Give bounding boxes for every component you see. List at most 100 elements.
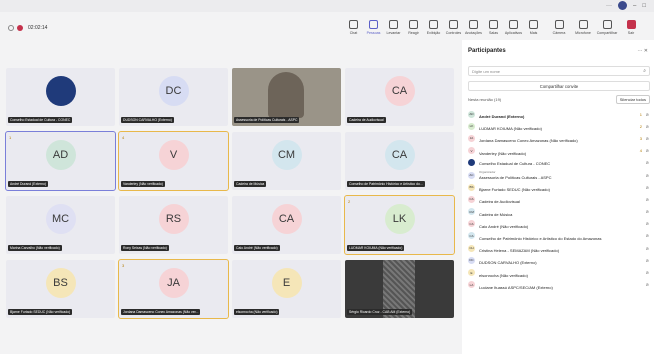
microphone-muted-icon: ⊘	[645, 111, 649, 117]
more-options-icon[interactable]: ···	[606, 3, 612, 9]
tool-levantar[interactable]: Levantar	[384, 18, 403, 35]
user-avatar[interactable]	[618, 1, 628, 10]
section-header[interactable]: Nesta reunião (19)	[468, 97, 501, 102]
video-tile[interactable]: V 4 Vanderley (Não verificado)	[118, 131, 229, 191]
video-tile[interactable]: CM Cadeira de Música	[232, 132, 341, 190]
people-icon	[369, 20, 378, 29]
microphone-muted-icon: ⊘	[645, 148, 649, 154]
pause-icon[interactable]	[8, 25, 14, 31]
mute-all-button[interactable]: Silenciar todos	[615, 95, 650, 104]
participant-name: Bjarne Furtado SEDUC (Não verificado)	[8, 309, 73, 315]
participant-name: Cadeira de Música	[234, 181, 267, 187]
microphone-muted-icon: ⊘	[645, 172, 649, 178]
avatar: JA	[158, 268, 189, 298]
video-tile[interactable]: DC DUDSON CARVALHO (Externo)	[119, 68, 228, 126]
meeting-timer: 02:02:14	[28, 25, 48, 31]
tool-salas[interactable]: Salas	[484, 18, 503, 35]
share-invite-label: Compartilhar convite	[539, 83, 579, 89]
microphone-muted-icon: ⊘	[645, 184, 649, 190]
rooms-icon	[489, 20, 498, 29]
video-tile[interactable]: CA Cadeira de Audiovisual	[345, 68, 454, 126]
video-tile[interactable]: BS Bjarne Furtado SEDUC (Não verificado)	[6, 260, 115, 318]
recording-indicator: 02:02:14	[8, 25, 47, 31]
tool-exibição[interactable]: Exibição	[424, 18, 443, 35]
participants-panel: Participantes ··· ✕ Digite um nome ⌕ Com…	[462, 40, 654, 354]
avatar: CA	[271, 204, 302, 234]
video-tile[interactable]: Sérgio Ricardo Cruz - CAB AM (Externo)	[345, 260, 454, 318]
avatar: CA	[468, 232, 475, 240]
tool-label: Salas	[489, 31, 498, 35]
tool-câmera[interactable]: Câmera	[548, 18, 570, 35]
raised-hand-icon: 4	[639, 148, 642, 154]
tool-label: Chat	[349, 31, 358, 35]
close-icon[interactable]: ✕	[644, 48, 648, 54]
title-bar: ··· – □	[0, 0, 654, 12]
avatar: CA	[384, 140, 415, 170]
microphone-muted-icon: ⊘	[645, 221, 649, 227]
record-icon	[17, 25, 23, 31]
share-invite-button[interactable]: Compartilhar convite	[468, 81, 650, 91]
tool-label: Pessoas	[366, 31, 381, 35]
tool-microfone[interactable]: Microfone	[572, 18, 594, 35]
avatar: RS	[158, 204, 189, 234]
participant-video	[268, 72, 304, 118]
microphone-muted-icon: ⊘	[645, 123, 649, 129]
microphone-muted-icon: ⊘	[645, 233, 649, 239]
participant-name: Luciane Ituassú ASPC/SEC/AM (Externo)	[479, 284, 553, 290]
participant-name: Marina Carvalho (Não verificado)	[8, 245, 62, 251]
tool-sair[interactable]: Sair	[620, 18, 642, 35]
search-placeholder: Digite um nome	[472, 68, 501, 74]
video-tile[interactable]: CA Caio André (Não verificado)	[232, 196, 341, 254]
view-icon	[429, 20, 438, 29]
list-item[interactable]: LA Luciane Ituassú ASPC/SEC/AM (Externo) ⊘	[466, 279, 652, 291]
video-tile[interactable]: LK 2 LUDMAR KOIUMA (Não verificado)	[344, 195, 455, 255]
tool-label: Compartilhar	[596, 31, 618, 35]
more-icon	[529, 20, 538, 29]
tool-controles[interactable]: Controles	[444, 18, 463, 35]
video-tile[interactable]: MC Marina Carvalho (Não verificado)	[6, 196, 115, 254]
raised-hand-icon: 1	[639, 111, 642, 117]
participant-name: Conselho de Patrimônio Histórico e Artís…	[347, 181, 425, 187]
tool-aplicativos[interactable]: Aplicativos	[504, 18, 523, 35]
video-tile[interactable]: RS Rony Seixas (Não verificado)	[119, 196, 228, 254]
tool-label: Anotações	[465, 31, 482, 35]
react-icon	[409, 20, 418, 29]
raised-hand-icon: 4	[122, 135, 125, 140]
raised-hand-icon: 2	[639, 123, 642, 129]
avatar: CA	[468, 220, 475, 228]
avatar: DC	[468, 256, 475, 264]
meeting-toolbar: 02:02:14 Chat Pessoas Levantar Reagir Exibiç…	[0, 18, 654, 40]
tool-pessoas[interactable]: Pessoas	[364, 18, 383, 35]
avatar: V	[468, 147, 475, 155]
search-icon: ⌕	[643, 68, 646, 74]
participant-name: Vanderley (Não verificado)	[121, 181, 165, 187]
minimize-icon[interactable]: –	[633, 3, 636, 9]
tool-compartilhar[interactable]: Compartilhar	[596, 18, 618, 35]
video-tile[interactable]: Assessoria de Políticas Culturais - ASPC	[232, 68, 341, 126]
tool-label: Reagir	[408, 31, 419, 35]
participant-name: André Durand (Externo)	[8, 181, 48, 187]
panel-header-icons: ··· ✕	[637, 48, 648, 54]
more-icon[interactable]: ···	[637, 48, 642, 54]
microphone-muted-icon: ⊘	[645, 196, 649, 202]
video-tile[interactable]: Conselho Estadual de Cultura - CONEC	[6, 68, 115, 126]
video-tile[interactable]: JA 3 Jordana Damasceno Conec Amazonas (Não…	[118, 259, 229, 319]
tool-anotações[interactable]: Anotações	[464, 18, 483, 35]
tool-label: Sair	[627, 31, 635, 35]
video-tile[interactable]: AD 1 André Durand (Externo)	[5, 131, 116, 191]
avatar: AD	[468, 110, 475, 118]
avatar: CM	[468, 208, 475, 216]
tool-mais[interactable]: Mais	[524, 18, 543, 35]
raise-hand-icon	[389, 20, 398, 29]
tool-chat[interactable]: Chat	[344, 18, 363, 35]
tool-reagir[interactable]: Reagir	[404, 18, 423, 35]
camera-icon	[554, 20, 564, 29]
maximize-icon[interactable]: □	[642, 3, 646, 9]
video-tile[interactable]: Eelsonrocha (Não verificado)	[232, 260, 341, 318]
video-tile[interactable]: CA Conselho de Patrimônio Histórico e Art…	[345, 132, 454, 190]
window-controls: ··· – □	[606, 1, 646, 10]
search-input[interactable]: Digite um nome ⌕	[468, 66, 650, 76]
avatar	[45, 76, 76, 106]
participant-name: Sérgio Ricardo Cruz - CAB AM (Externo)	[347, 309, 413, 315]
tool-label: Controles	[445, 31, 462, 35]
